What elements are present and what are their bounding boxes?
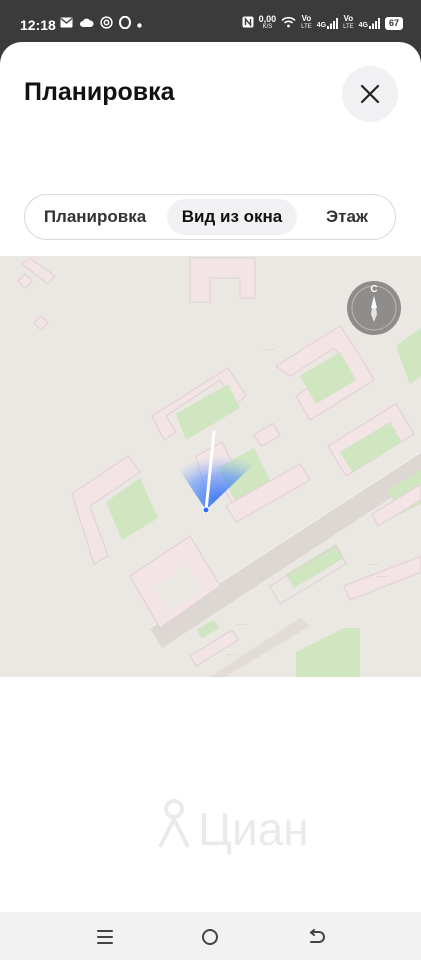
page-title: Планировка <box>24 78 175 106</box>
svg-text:·······: ······· <box>226 652 238 658</box>
signal-1-bars-icon <box>327 17 339 29</box>
signal-1: 4G <box>316 17 339 29</box>
net-speed-value: 0,00 <box>258 14 277 24</box>
tab-layout[interactable]: Планировка <box>31 199 159 235</box>
recent-apps-button[interactable] <box>93 926 117 948</box>
tab-floor[interactable]: Этаж <box>303 199 391 235</box>
svg-text:·······: ······· <box>236 622 248 628</box>
nfc-icon <box>242 16 254 30</box>
mail-icon <box>60 17 73 31</box>
signal-2-bars-icon <box>368 17 380 29</box>
status-right-icons: 0,00 K/S Vo LTE 4G Vo LTE 4G 67 <box>242 15 403 31</box>
cian-watermark: Циан <box>150 787 370 857</box>
svg-text:········: ········ <box>262 347 275 353</box>
status-left-icons <box>60 15 142 32</box>
close-icon <box>360 84 380 104</box>
signal-1-label: 4G <box>316 21 327 29</box>
at-sign-icon <box>100 16 113 32</box>
view-tabs: Планировка Вид из окна Этаж <box>24 194 396 240</box>
svg-text:·······: ······· <box>368 562 380 568</box>
window-view-map[interactable]: ········ ······· ······· ······· ·······… <box>0 256 421 677</box>
wifi-icon <box>281 16 296 30</box>
status-bar: 12:18 0,00 K/S Vo LTE 4G Vo LTE 4G 67 <box>0 0 421 40</box>
notification-dot-icon <box>137 17 142 31</box>
volte-2-bottom: LTE <box>343 24 354 30</box>
volte-1-top: Vo <box>301 14 312 23</box>
svg-text:·······: ······· <box>376 574 388 580</box>
system-navbar <box>0 912 421 960</box>
signal-2: 4G <box>358 17 380 29</box>
menu-icon <box>97 930 113 944</box>
net-speed-unit: K/S <box>262 24 273 30</box>
status-time: 12:18 <box>20 17 56 33</box>
layout-sheet: Планировка Планировка Вид из окна Этаж ·… <box>0 42 421 960</box>
back-button[interactable] <box>304 926 328 948</box>
battery-indicator: 67 <box>384 16 403 30</box>
volte-2: Vo LTE <box>343 15 354 31</box>
home-circle-icon <box>202 929 218 945</box>
back-icon <box>309 929 325 943</box>
net-speed: 0,00 K/S <box>259 15 277 31</box>
tab-window-view[interactable]: Вид из окна <box>167 199 297 235</box>
signal-2-label: 4G <box>358 21 368 29</box>
cloud-icon <box>79 17 94 31</box>
watermark-text: Циан <box>198 803 309 855</box>
volte-1: Vo LTE <box>301 15 312 31</box>
volte-1-bottom: LTE <box>301 24 312 30</box>
close-button[interactable] <box>342 66 398 122</box>
home-button[interactable] <box>198 926 222 948</box>
view-origin-dot <box>202 506 210 514</box>
opera-icon <box>119 15 131 32</box>
volte-2-top: Vo <box>343 14 354 23</box>
compass-letter: С <box>370 284 377 295</box>
